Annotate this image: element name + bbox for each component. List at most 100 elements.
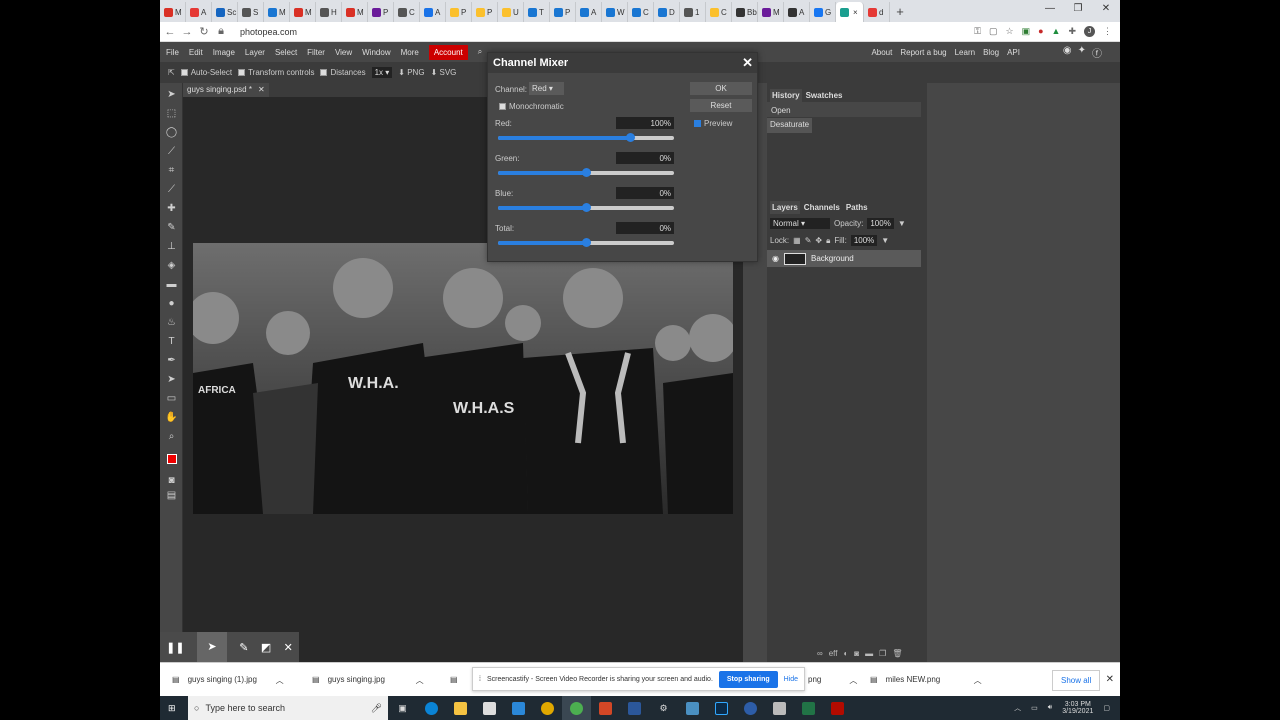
- close-icon[interactable]: ✕: [1106, 674, 1114, 685]
- export-png-button[interactable]: ⬇ PNG: [398, 68, 424, 77]
- tab-history[interactable]: History: [770, 89, 802, 102]
- browser-tab[interactable]: M: [758, 2, 784, 22]
- slider-value-field[interactable]: 0%: [616, 152, 674, 164]
- ok-button[interactable]: OK: [690, 82, 752, 95]
- slider-value-field[interactable]: 0%: [616, 222, 674, 234]
- link-api[interactable]: API: [1007, 48, 1020, 57]
- forward-icon[interactable]: →: [180, 26, 194, 38]
- lock-all-icon[interactable]: 🔒︎: [826, 236, 830, 246]
- download-item[interactable]: png ︿: [808, 675, 857, 686]
- browser-tab[interactable]: 1: [680, 2, 706, 22]
- lock-pixels-icon[interactable]: ✎: [805, 236, 812, 245]
- show-all-button[interactable]: Show all: [1052, 670, 1101, 691]
- menu-window[interactable]: Window: [362, 48, 390, 57]
- star-icon[interactable]: ☆: [1006, 26, 1014, 37]
- browser-tab[interactable]: Bb: [732, 2, 758, 22]
- preview-option[interactable]: Preview: [694, 119, 732, 128]
- facebook-icon[interactable]: ⓕ: [1092, 45, 1102, 60]
- mail-icon[interactable]: [504, 696, 533, 720]
- extension-icon[interactable]: ●: [1038, 26, 1043, 37]
- menu-select[interactable]: Select: [275, 48, 297, 57]
- move-tool-icon[interactable]: ➤: [164, 87, 179, 102]
- document-tab[interactable]: guys singing.psd * ✕: [183, 83, 269, 97]
- browser-tab[interactable]: A: [420, 2, 446, 22]
- path-select-icon[interactable]: ➤: [164, 372, 179, 387]
- opacity-field[interactable]: 100%: [867, 218, 894, 229]
- browser-tab[interactable]: U: [498, 2, 524, 22]
- reload-icon[interactable]: ↻: [197, 25, 211, 38]
- eyedropper-icon[interactable]: ⟋: [164, 182, 179, 197]
- layer-row[interactable]: ◉ Background: [767, 250, 921, 267]
- browser-tab[interactable]: M: [290, 2, 316, 22]
- effects-icon[interactable]: eff: [829, 649, 838, 658]
- windows-start-icon[interactable]: ⊞: [168, 703, 176, 714]
- link-blog[interactable]: Blog: [983, 48, 999, 57]
- menu-image[interactable]: Image: [213, 48, 235, 57]
- browser-tab[interactable]: H: [316, 2, 342, 22]
- hide-button[interactable]: Hide: [784, 676, 798, 683]
- browser-tab[interactable]: W: [602, 2, 628, 22]
- color-swatch-icon[interactable]: [164, 451, 179, 466]
- folder-icon[interactable]: ▬: [865, 649, 873, 658]
- dodge-tool-icon[interactable]: ♨: [164, 315, 179, 330]
- new-layer-icon[interactable]: ❐: [879, 649, 886, 658]
- browser-tab[interactable]: S: [238, 2, 264, 22]
- lasso-tool-icon[interactable]: ◯: [164, 125, 179, 140]
- browser-tab[interactable]: A: [784, 2, 810, 22]
- slider-value-field[interactable]: 0%: [616, 187, 674, 199]
- menu-layer[interactable]: Layer: [245, 48, 265, 57]
- blur-tool-icon[interactable]: ●: [164, 296, 179, 311]
- drive-icon[interactable]: ▲: [1052, 26, 1061, 37]
- powerpoint-icon[interactable]: [591, 696, 620, 720]
- back-icon[interactable]: ←: [163, 26, 177, 38]
- text-tool-icon[interactable]: T: [164, 334, 179, 349]
- chevron-up-icon[interactable]: ︿: [1014, 703, 1021, 713]
- search-icon[interactable]: ⌕: [478, 47, 482, 57]
- browser-tab[interactable]: D: [654, 2, 680, 22]
- magic-wand-icon[interactable]: ⟋: [164, 144, 179, 159]
- slider-handle[interactable]: [626, 133, 635, 142]
- slider-track[interactable]: [498, 168, 674, 177]
- slider-track[interactable]: [498, 133, 674, 142]
- close-tab-icon[interactable]: ×: [853, 8, 858, 17]
- adjustment-icon[interactable]: ◐: [843, 649, 848, 658]
- cursor-icon[interactable]: ➤: [196, 632, 227, 662]
- clone-stamp-icon[interactable]: ⊥: [164, 239, 179, 254]
- channel-select[interactable]: Red ▾: [529, 82, 564, 95]
- history-item[interactable]: Open: [767, 102, 921, 118]
- app-icon[interactable]: [765, 696, 794, 720]
- browser-tab[interactable]: C: [628, 2, 654, 22]
- menu-more[interactable]: More: [401, 48, 419, 57]
- new-tab-button[interactable]: +: [890, 2, 910, 22]
- page-icon[interactable]: ▢: [989, 26, 998, 37]
- healing-brush-icon[interactable]: ✚: [164, 201, 179, 216]
- url-text[interactable]: photopea.com: [240, 27, 297, 37]
- tab-paths[interactable]: Paths: [844, 201, 870, 214]
- store-icon[interactable]: [475, 696, 504, 720]
- browser-tab[interactable]: Sc: [212, 2, 238, 22]
- close-icon[interactable]: ✕: [284, 641, 293, 654]
- mask-icon[interactable]: ◙: [854, 649, 859, 658]
- browser-tab[interactable]: C: [706, 2, 732, 22]
- dropdown-arrow-icon[interactable]: ▼: [898, 219, 906, 228]
- eraser-tool-icon[interactable]: ◈: [164, 258, 179, 273]
- browser-tab[interactable]: C: [394, 2, 420, 22]
- key-icon[interactable]: ⚿: [974, 26, 981, 37]
- notifications-icon[interactable]: ▢: [1103, 704, 1110, 712]
- browser-tab[interactable]: T: [524, 2, 550, 22]
- pen-icon[interactable]: ✎: [239, 641, 248, 654]
- gradient-tool-icon[interactable]: ▬: [164, 277, 179, 292]
- browser-tab[interactable]: P: [368, 2, 394, 22]
- minimize-icon[interactable]: —: [1036, 0, 1064, 18]
- excel-icon[interactable]: [794, 696, 823, 720]
- edge-icon[interactable]: [417, 696, 446, 720]
- stop-sharing-button[interactable]: Stop sharing: [718, 670, 778, 688]
- marquee-tool-icon[interactable]: ⬚: [164, 106, 179, 121]
- transform-controls-option[interactable]: Transform controls: [238, 68, 314, 77]
- slider-value-field[interactable]: 100%: [616, 117, 674, 129]
- menu-edit[interactable]: Edit: [189, 48, 203, 57]
- browser-tab[interactable]: M: [342, 2, 368, 22]
- link-icon[interactable]: ∞: [817, 649, 823, 658]
- close-icon[interactable]: ✕: [742, 55, 753, 71]
- auto-select-option[interactable]: Auto-Select: [180, 68, 232, 77]
